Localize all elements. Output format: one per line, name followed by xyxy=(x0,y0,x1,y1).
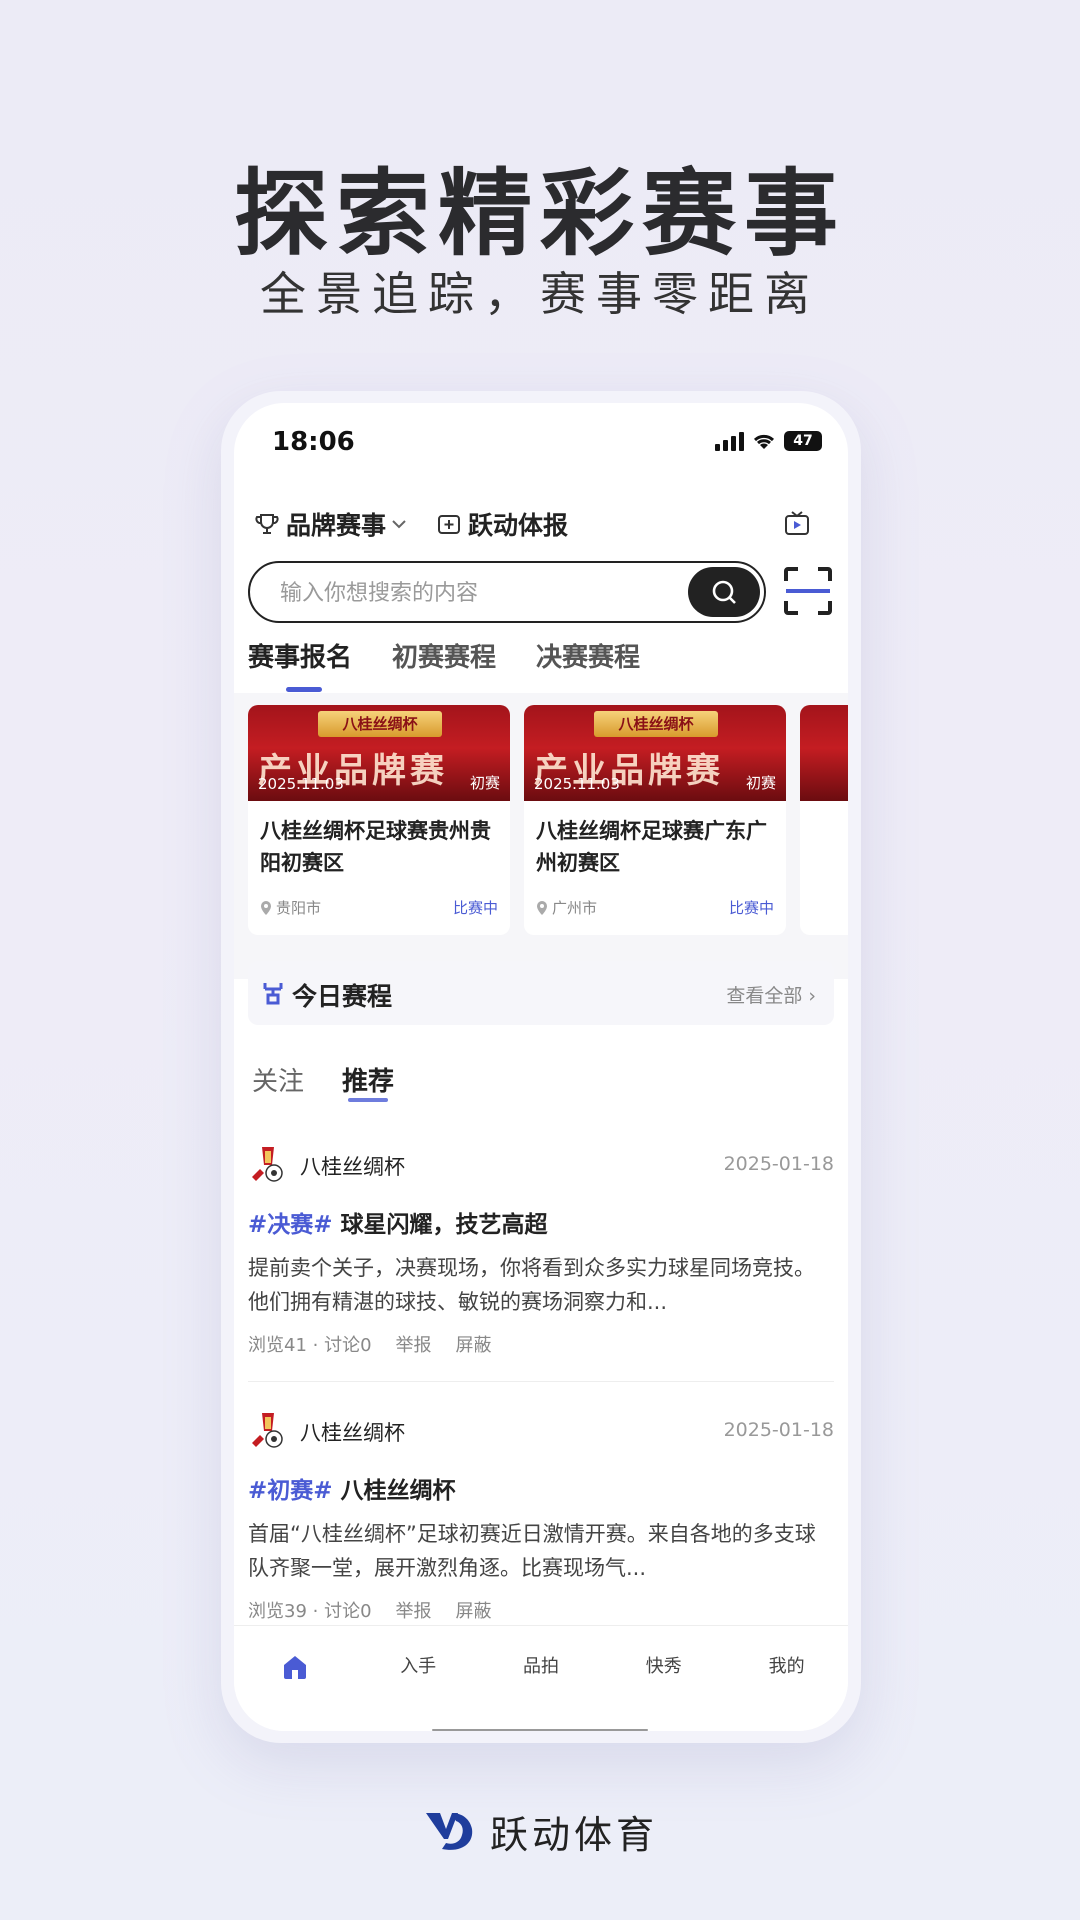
tab-registration[interactable]: 赛事报名 xyxy=(248,637,352,692)
event-card-image: 八桂丝绸杯 产业品牌赛 2025.11.03 初赛 xyxy=(524,705,786,801)
event-card-image: 八桂丝绸杯 产业品牌赛 2025.11.03 初赛 xyxy=(248,705,510,801)
post-title: #决赛# 球星闪耀，技艺高超 xyxy=(248,1205,834,1239)
location-pin-icon xyxy=(537,900,547,915)
post-body: 首届“八桂丝绸杯”足球初赛近日激情开赛。来自各地的多支球队齐聚一堂，展开激烈角逐… xyxy=(248,1522,816,1580)
block-button[interactable]: 屏蔽 xyxy=(456,1331,492,1357)
feed-post[interactable]: 八桂丝绸杯 2025-01-18 #决赛# 球星闪耀，技艺高超 提前卖个关子，决赛… xyxy=(248,1143,834,1357)
event-card-stage: 初赛 xyxy=(469,774,500,792)
event-card-location-text: 贵阳市 xyxy=(276,899,322,917)
tv-button[interactable] xyxy=(782,509,812,543)
post-tag[interactable]: #初赛# xyxy=(248,1478,333,1504)
post-title-text: 八桂丝绸杯 xyxy=(340,1478,456,1504)
post-date: 2025-01-18 xyxy=(723,1153,834,1175)
event-card[interactable]: 八桂丝绸杯 产业品牌赛 2025.11.03 初赛 八桂丝绸杯足球赛广东广州初赛… xyxy=(524,705,786,935)
scan-button[interactable] xyxy=(782,565,834,617)
brand-name: 跃动体育 xyxy=(489,1813,658,1857)
event-card-location: 广州市 xyxy=(536,897,597,918)
post-header: 八桂丝绸杯 2025-01-18 xyxy=(248,1409,834,1453)
search-input[interactable] xyxy=(280,577,660,609)
top-nav: 品牌赛事 跃动体报 xyxy=(254,501,828,547)
search-box xyxy=(248,561,766,623)
report-button[interactable]: 举报 xyxy=(396,1597,432,1623)
post-stats: 浏览39 · 讨论0 xyxy=(248,1601,372,1622)
event-card[interactable]: 八桂丝绸杯 产业品牌赛 2025.11.03 初赛 八桂丝绸杯足球赛贵州贵阳初赛… xyxy=(248,705,510,935)
post-divider xyxy=(248,1381,834,1382)
brand-events-dropdown[interactable]: 品牌赛事 xyxy=(254,506,414,542)
view-all-link[interactable]: 查看全部 › xyxy=(726,981,816,1008)
bracket-icon xyxy=(263,983,283,1005)
status-bar: 18:06 47 xyxy=(234,403,848,483)
post-header: 八桂丝绸杯 2025-01-18 xyxy=(248,1143,834,1187)
post-title-text: 球星闪耀，技艺高超 xyxy=(340,1212,548,1238)
sports-news-link[interactable]: 跃动体报 xyxy=(436,506,568,542)
tab-preliminary-schedule[interactable]: 初赛赛程 xyxy=(392,637,496,692)
feed-post[interactable]: 八桂丝绸杯 2025-01-18 #初赛# 八桂丝绸杯 首届“八桂丝绸杯”足球初赛… xyxy=(248,1409,834,1623)
post-stats: 浏览41 · 讨论0 xyxy=(248,1335,372,1356)
brand-logo-icon xyxy=(425,1812,473,1850)
post-body: 提前卖个关子，决赛现场，你将看到众多实力球星同场竞技。他们拥有精湛的球技、敏锐的… xyxy=(248,1256,815,1314)
nav-shows[interactable]: 快秀 xyxy=(619,1652,709,1678)
post-date: 2025-01-18 xyxy=(723,1419,834,1441)
phone-screen: 18:06 47 品牌赛事 跃动体报 输入你想搜索的内容 赛事报名 初赛赛程 决… xyxy=(234,403,848,1731)
search-row xyxy=(248,561,834,625)
event-card-location-text: 广州市 xyxy=(552,899,598,917)
today-schedule-header: 今日赛程 查看全部 › xyxy=(248,961,834,1025)
tab-recommended[interactable]: 推荐 xyxy=(342,1061,394,1102)
event-card-title: 八桂丝绸杯足球赛贵州贵阳初赛区 xyxy=(260,819,491,875)
nav-buy[interactable]: 入手 xyxy=(373,1652,463,1678)
status-icons: 47 xyxy=(715,431,822,451)
event-card-location: 贵阳市 xyxy=(260,897,321,918)
battery-icon: 47 xyxy=(784,431,822,451)
event-card-banner: 八桂丝绸杯 xyxy=(594,711,718,737)
post-meta: 浏览41 · 讨论0 举报 屏蔽 xyxy=(248,1331,834,1357)
event-card-stage: 初赛 xyxy=(745,774,776,792)
hero-title: 探索精彩赛事 xyxy=(233,160,846,269)
status-time: 18:06 xyxy=(272,427,355,457)
event-tabs: 赛事报名 初赛赛程 决赛赛程 xyxy=(248,637,640,692)
post-author: 八桂丝绸杯 xyxy=(300,1155,405,1179)
nav-auction[interactable]: 品拍 xyxy=(496,1652,586,1678)
home-indicator xyxy=(432,1729,648,1731)
signal-icon xyxy=(715,431,744,451)
event-cards-carousel: 八桂丝绸杯 产业品牌赛 2025.11.03 初赛 八桂丝绸杯足球赛贵州贵阳初赛… xyxy=(234,693,848,979)
post-meta: 浏览39 · 讨论0 举报 屏蔽 xyxy=(248,1597,834,1623)
sports-news-label: 跃动体报 xyxy=(468,511,569,540)
brand-footer: 跃动体育 xyxy=(0,1804,1080,1859)
feed-tabs: 关注 推荐 xyxy=(252,1061,394,1102)
nav-home[interactable] xyxy=(250,1652,340,1687)
post-author: 八桂丝绸杯 xyxy=(300,1421,405,1445)
block-button[interactable]: 屏蔽 xyxy=(456,1597,492,1623)
search-button[interactable] xyxy=(688,567,760,617)
home-icon xyxy=(284,1656,307,1679)
bottom-nav: 入手 品拍 快秀 我的 xyxy=(234,1625,848,1731)
search-icon xyxy=(712,580,736,604)
scan-icon xyxy=(784,567,832,615)
event-card-status: 比赛中 xyxy=(452,899,498,917)
avatar xyxy=(252,1413,283,1448)
chevron-down-icon xyxy=(392,520,406,529)
event-card-partial[interactable] xyxy=(800,705,848,935)
event-card-image xyxy=(800,705,848,801)
avatar xyxy=(252,1147,283,1182)
today-schedule-title: 今日赛程 xyxy=(292,982,393,1011)
event-card-date: 2025.11.03 xyxy=(258,775,344,793)
event-card-date: 2025.11.03 xyxy=(534,775,620,793)
report-button[interactable]: 举报 xyxy=(396,1331,432,1357)
wifi-icon xyxy=(753,434,775,449)
nav-profile[interactable]: 我的 xyxy=(742,1652,832,1678)
tab-following[interactable]: 关注 xyxy=(252,1061,304,1098)
event-card-title: 八桂丝绸杯足球赛广东广州初赛区 xyxy=(536,819,767,875)
post-title: #初赛# 八桂丝绸杯 xyxy=(248,1471,834,1505)
tab-final-schedule[interactable]: 决赛赛程 xyxy=(536,637,640,692)
trophy-icon xyxy=(255,514,279,534)
location-pin-icon xyxy=(261,900,271,915)
event-card-banner: 八桂丝绸杯 xyxy=(318,711,442,737)
post-tag[interactable]: #决赛# xyxy=(248,1212,333,1238)
event-card-status: 比赛中 xyxy=(728,899,774,917)
tv-play-icon xyxy=(785,511,809,535)
hero-subtitle: 全景追踪，赛事零距离 xyxy=(260,267,820,321)
plus-box-icon xyxy=(438,515,461,534)
brand-events-label: 品牌赛事 xyxy=(286,511,387,540)
